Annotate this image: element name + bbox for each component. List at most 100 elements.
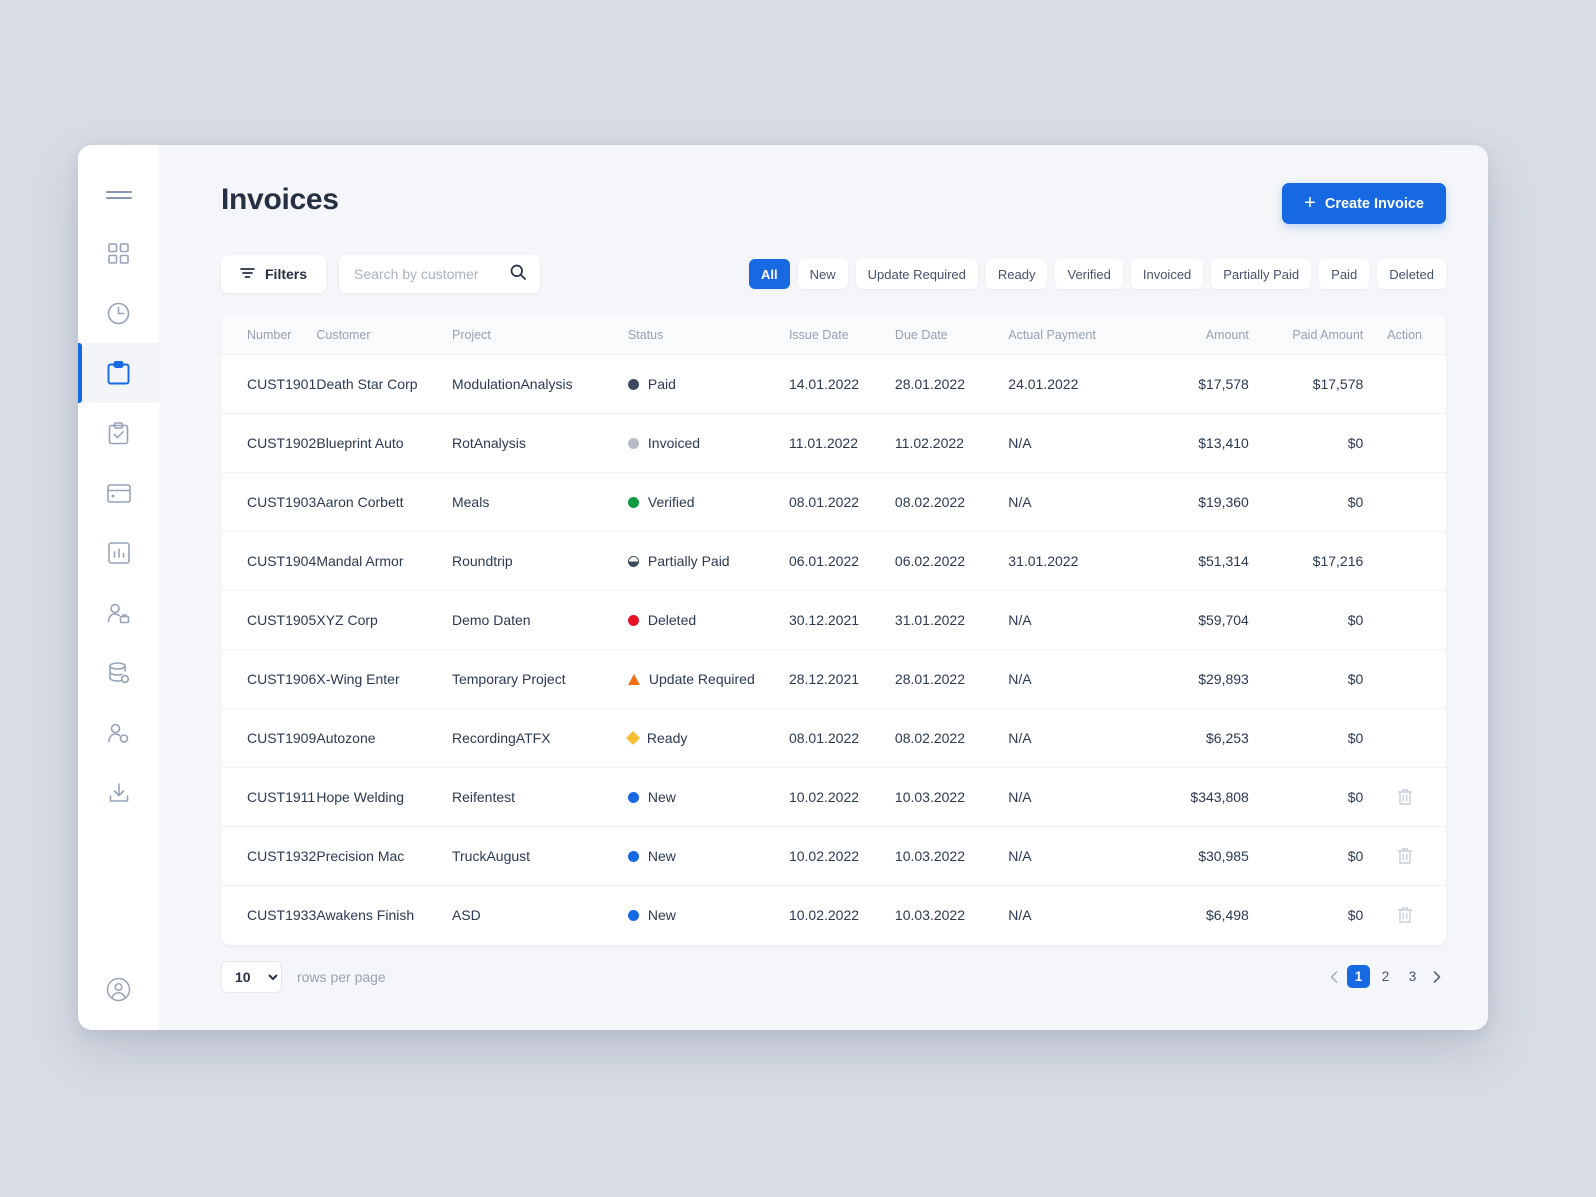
table-row[interactable]: CUST1906 X-Wing Enter Temporary Project Upd… [221, 649, 1446, 709]
cell-status: Deleted [627, 590, 789, 650]
cell-due-date: 10.03.2022 [894, 767, 1009, 827]
sidebar-item-payments[interactable] [78, 463, 159, 523]
status-tab-paid[interactable]: Paid [1319, 259, 1370, 289]
status-tab-new[interactable]: New [797, 259, 848, 289]
cell-due-date: 08.02.2022 [894, 708, 1009, 768]
cell-status: Verified [627, 472, 789, 532]
cell-status: Ready [625, 708, 789, 768]
cell-due-date: 10.03.2022 [894, 826, 1009, 886]
cell-number: CUST1904 [221, 531, 317, 591]
clipboard-invoices-icon [107, 361, 130, 385]
chevron-left-icon [1330, 970, 1338, 986]
sidebar-item-time-tracking[interactable] [78, 283, 159, 343]
cell-number: CUST1903 [221, 472, 317, 532]
page-header: Invoices + Create Invoice [221, 183, 1446, 224]
sidebar-item-clients[interactable] [78, 583, 159, 643]
status-label: Deleted [647, 612, 697, 628]
pagination-page-2[interactable]: 2 [1374, 965, 1397, 988]
table-row[interactable]: CUST1932 Precision Mac TruckAugust New 10.02… [221, 826, 1446, 886]
rows-per-page-select[interactable]: 102550100 [221, 960, 282, 993]
user-settings-icon [107, 722, 130, 745]
status-tab-deleted[interactable]: Deleted [1377, 259, 1446, 289]
status-indicator-icon [625, 730, 640, 746]
delete-row-button[interactable] [1393, 784, 1417, 810]
sidebar-item-menu-toggle[interactable] [78, 167, 159, 223]
sidebar-item-profile[interactable] [78, 977, 159, 1002]
table-row[interactable]: CUST1909 Autozone RecordingATFX Ready 08.01.… [221, 708, 1446, 768]
search-input[interactable] [354, 266, 511, 282]
cell-actual-payment: N/A [1008, 767, 1141, 827]
sidebar-item-approvals[interactable] [78, 403, 159, 463]
sidebar-item-dashboard[interactable] [78, 223, 159, 283]
status-filter-tabs: All New Update Required Ready Verified Invoic… [748, 259, 1446, 289]
status-tab-partially-paid[interactable]: Partially Paid [1211, 259, 1312, 289]
table-row[interactable]: CUST1911 Hope Welding Reifentest New 10.02.2… [221, 767, 1446, 827]
filters-button[interactable]: Filters [221, 255, 327, 293]
cell-actual-payment: N/A [1008, 413, 1141, 473]
cell-due-date: 11.02.2022 [894, 413, 1009, 473]
column-header-customer[interactable]: Customer [316, 315, 452, 355]
cell-number: CUST1909 [221, 708, 317, 768]
column-header-actual-payment[interactable]: Actual Payment [1008, 315, 1141, 355]
table-toolbar: Filters AllNewUpdate RequiredReadyVerifi… [221, 255, 1446, 293]
column-header-number[interactable]: Number [221, 315, 317, 355]
cell-paid-amount: $0 [1248, 767, 1364, 827]
status-tab-all[interactable]: All [748, 259, 790, 289]
column-header-due-date[interactable]: Due Date [894, 315, 1009, 355]
status-indicator-icon [627, 673, 640, 685]
cell-amount: $30,985 [1140, 826, 1249, 886]
delete-row-button[interactable] [1393, 902, 1417, 928]
status-label: Paid [647, 376, 676, 392]
column-header-project[interactable]: Project [451, 315, 628, 355]
column-header-status[interactable]: Status [627, 315, 789, 355]
sidebar-item-user-settings[interactable] [78, 703, 159, 763]
pagination-page-3[interactable]: 3 [1401, 965, 1424, 988]
column-header-paid-amount[interactable]: Paid Amount [1248, 315, 1364, 355]
column-header-amount[interactable]: Amount [1140, 315, 1249, 355]
sidebar-item-data[interactable] [78, 643, 159, 703]
cell-paid-amount: $0 [1248, 413, 1364, 473]
main-content: Invoices + Create Invoice Filters Search… [159, 145, 1488, 1030]
status-tab-invoiced[interactable]: Invoiced [1130, 259, 1204, 289]
clock-history-icon [107, 302, 130, 325]
table-row[interactable]: CUST1904 Mandal Armor Roundtrip Partially P… [221, 531, 1446, 591]
credit-card-icon [106, 483, 131, 503]
cell-actual-payment: N/A [1008, 907, 1032, 924]
table-row[interactable]: CUST1933 Awakens Finish ASD New 10.02.2022 10… [221, 886, 1446, 945]
filter-icon [240, 266, 255, 282]
table-row[interactable]: CUST1902 Blueprint Auto RotAnalysis Invoice… [221, 413, 1446, 473]
cell-project: Reifentest [451, 767, 628, 827]
status-tab-update-required[interactable]: Update Required [855, 259, 978, 289]
pagination-next-button[interactable] [1428, 970, 1446, 983]
cell-amount: $6,253 [1140, 708, 1249, 768]
table-header: Number Customer Project Status Issue Dat… [221, 315, 1446, 355]
cell-project: Meals [451, 472, 628, 532]
cell-project: ASD [451, 907, 481, 924]
cell-project: ModulationAnalysis [451, 354, 628, 414]
table-row[interactable]: CUST1903 Aaron Corbett Meals Verified 08.01.… [221, 472, 1446, 532]
sidebar [78, 145, 159, 1030]
cell-action [1363, 354, 1446, 414]
status-tab-ready[interactable]: Ready [985, 259, 1048, 289]
cell-project: Temporary Project [451, 649, 628, 709]
cell-action [1363, 649, 1446, 709]
status-tab-verified[interactable]: Verified [1055, 259, 1123, 289]
cell-actual-payment: 24.01.2022 [1008, 354, 1141, 414]
search-box[interactable] [339, 255, 541, 293]
cell-amount: $6,498 [1206, 907, 1249, 924]
column-header-issue-date[interactable]: Issue Date [788, 315, 895, 355]
delete-row-button[interactable] [1393, 843, 1417, 869]
sidebar-item-reports[interactable] [78, 523, 159, 583]
dashboard-grid-icon [108, 242, 129, 264]
pagination-prev-button[interactable] [1325, 970, 1343, 986]
pagination-page-1[interactable]: 1 [1347, 965, 1370, 988]
table-row[interactable]: CUST1905 XYZ Corp Demo Daten Deleted 30.12.2… [221, 590, 1446, 650]
trash-icon [1397, 848, 1413, 868]
create-invoice-button[interactable]: + Create Invoice [1282, 183, 1446, 224]
pagination-pages: 123 [1347, 965, 1424, 988]
sidebar-item-export[interactable] [78, 763, 159, 823]
sidebar-item-invoices[interactable] [78, 343, 159, 403]
table-row[interactable]: CUST1901 Death Star Corp ModulationAnalysi… [221, 354, 1446, 414]
cell-status: Paid [627, 354, 789, 414]
search-icon[interactable] [510, 264, 526, 285]
